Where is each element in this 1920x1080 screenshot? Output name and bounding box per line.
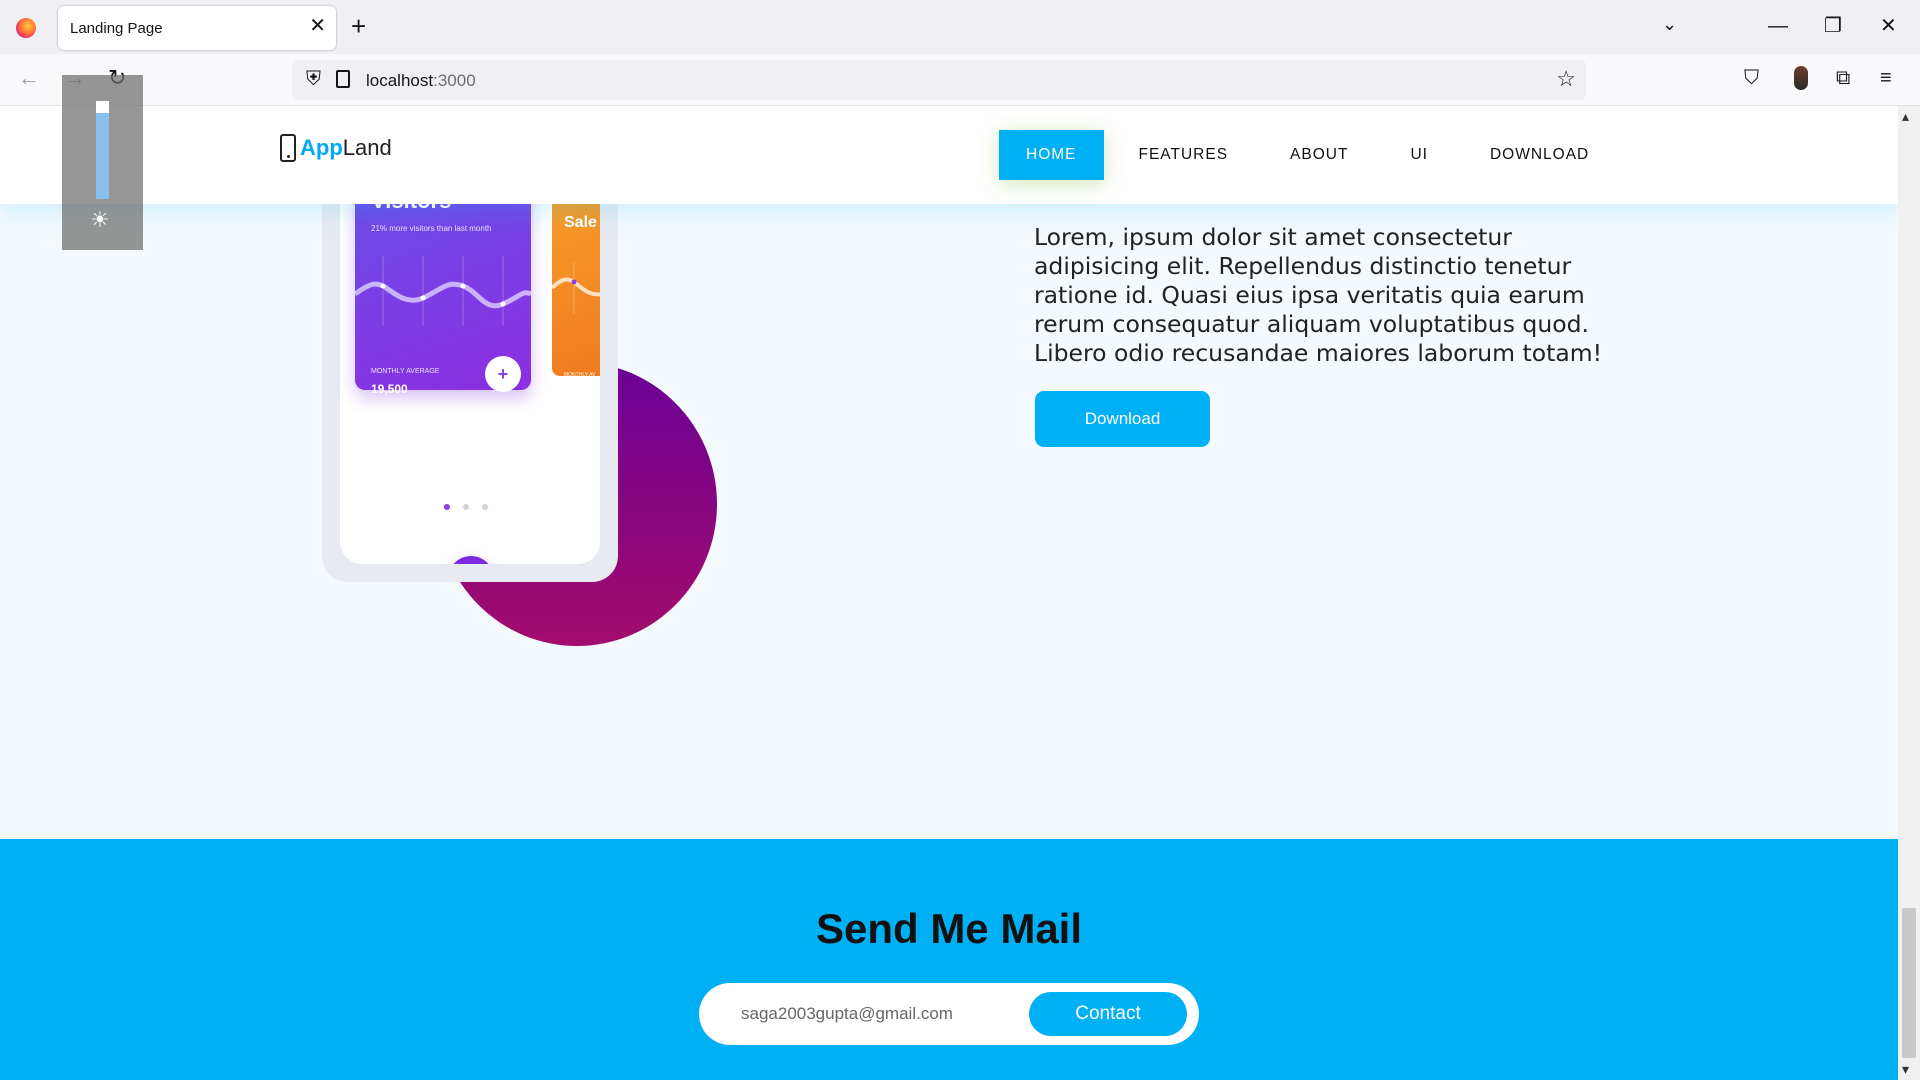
nav-ui[interactable]: UI (1383, 130, 1455, 180)
url-bar[interactable]: ⛨ localhost:3000 ☆ (292, 60, 1586, 100)
carousel-dot (463, 504, 469, 510)
restore-button[interactable]: ❐ (1824, 12, 1842, 40)
sun-icon: ☀ (90, 207, 110, 232)
nav-home[interactable]: HOME (999, 130, 1104, 180)
logo-app-text: App (300, 135, 343, 160)
sales-value: 19,500 (564, 386, 595, 397)
sales-title: Sale (564, 214, 597, 231)
close-window-button[interactable]: ✕ (1880, 12, 1897, 40)
nav-about[interactable]: ABOUT (1263, 130, 1375, 180)
phone-fab-button: + (448, 556, 494, 564)
url-host: localhost (366, 71, 434, 90)
brightness-slider-handle[interactable] (96, 101, 109, 113)
mail-form: Contact (699, 983, 1199, 1045)
app-menu-icon[interactable]: ≡ (1880, 66, 1892, 90)
brightness-slider[interactable] (96, 101, 109, 199)
browser-tab[interactable]: Landing Page ✕ (58, 6, 336, 50)
site-logo[interactable]: App Land (280, 134, 392, 162)
tracking-shield-icon[interactable]: ⛨ (306, 68, 321, 91)
scroll-down-arrow-icon[interactable]: ▾ (1902, 1061, 1909, 1078)
site-header: App Land HOME FEATURES ABOUT UI DOWNLOAD (0, 106, 1898, 204)
page-scrollbar[interactable]: ▴ ▾ (1898, 106, 1920, 1080)
phone-screen: Visitors 21% more visitors than last mon… (340, 156, 600, 564)
nav-features[interactable]: FEATURES (1112, 130, 1256, 180)
tab-close-icon[interactable]: ✕ (309, 16, 326, 36)
brightness-widget[interactable]: ☀ (62, 75, 143, 250)
visitors-value: 19,500 (371, 382, 408, 396)
visitors-wave-chart (355, 256, 531, 326)
carousel-dot (444, 504, 450, 510)
firefox-logo-icon (16, 18, 36, 38)
carousel-dot (482, 504, 488, 510)
scroll-up-arrow-icon[interactable]: ▴ (1902, 108, 1909, 125)
web-page: App Land HOME FEATURES ABOUT UI DOWNLOAD… (0, 106, 1898, 1080)
url-text[interactable]: localhost:3000 (366, 71, 476, 91)
account-avatar[interactable] (1794, 66, 1808, 90)
page-icon (336, 70, 350, 88)
visitors-subtitle: 21% more visitors than last month (371, 224, 492, 233)
visitors-plus-button: + (485, 356, 521, 392)
sales-card: Sale MONTHLY AV 19,500 (552, 186, 600, 397)
email-input[interactable] (739, 999, 999, 1029)
logo-land-text: Land (342, 135, 392, 160)
browser-nav-bar: ← → ↻ ⛨ localhost:3000 ☆ ⛉ ⧉ ≡ (0, 54, 1920, 106)
sales-avg-label: MONTHLY AV (564, 372, 596, 378)
contact-button[interactable]: Contact (1029, 992, 1187, 1036)
hero-description: Lorem, ipsum dolor sit amet consectetur … (1034, 222, 1603, 367)
url-port: :3000 (433, 71, 476, 90)
bookmark-star-icon[interactable]: ☆ (1556, 66, 1576, 92)
minimize-button[interactable]: — (1768, 12, 1788, 40)
pocket-icon[interactable]: ⛉ (1744, 66, 1759, 90)
visitors-card: Visitors 21% more visitors than last mon… (355, 186, 531, 396)
send-mail-section: Send Me Mail Contact (0, 839, 1898, 1080)
browser-tab-bar: Landing Page ✕ + ⌄ — ❐ ✕ (0, 0, 1920, 54)
carousel-dots (444, 504, 501, 510)
download-button[interactable]: Download (1035, 391, 1210, 447)
new-tab-button[interactable]: + (351, 12, 366, 40)
main-nav: HOME FEATURES ABOUT UI DOWNLOAD (999, 130, 1624, 180)
visitors-avg-label: MONTHLY AVERAGE (371, 368, 440, 375)
nav-download[interactable]: DOWNLOAD (1463, 130, 1616, 180)
tab-list-chevron-icon[interactable]: ⌄ (1662, 14, 1677, 35)
phone-icon (280, 134, 296, 162)
scrollbar-thumb[interactable] (1902, 908, 1916, 1058)
send-mail-title: Send Me Mail (815, 905, 1083, 952)
tab-title: Landing Page (70, 20, 163, 37)
sales-wave-chart (552, 262, 600, 314)
back-arrow-icon[interactable]: ← (18, 64, 40, 92)
phone-mockup: Visitors 21% more visitors than last mon… (322, 156, 618, 582)
extensions-icon[interactable]: ⧉ (1836, 66, 1850, 90)
